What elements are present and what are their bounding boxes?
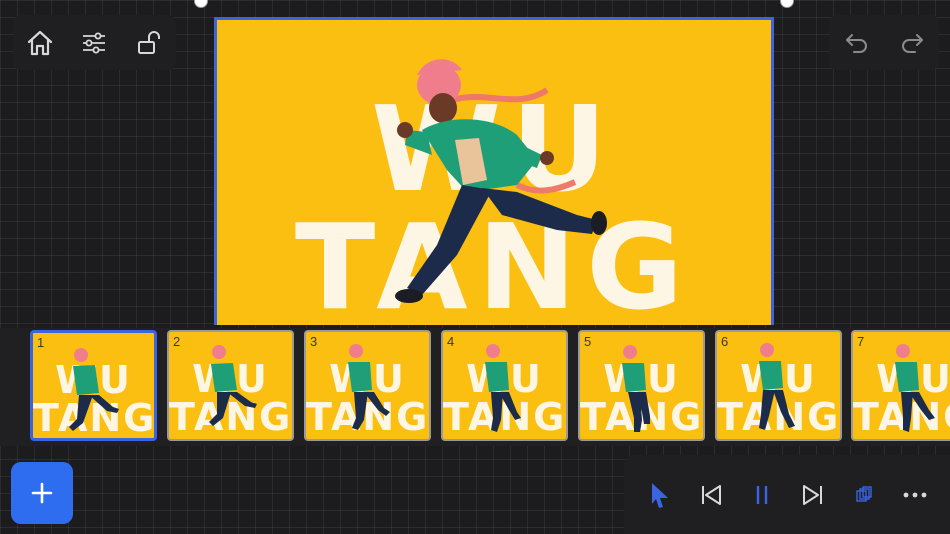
more-icon [903, 492, 926, 497]
settings-sliders-button[interactable] [74, 23, 114, 63]
home-button[interactable] [20, 23, 60, 63]
frame-character-thumbnail [348, 344, 390, 430]
top-left-toolbar [13, 15, 176, 70]
frame-character-thumbnail [69, 348, 119, 431]
plus-icon [31, 482, 53, 504]
frame-thumbnail[interactable]: 4 WU TANG [441, 330, 568, 441]
frame-thumbnail[interactable]: 7 WU TANG [851, 330, 950, 441]
redo-button[interactable] [892, 23, 932, 63]
artwork-canvas[interactable]: WU TANG [214, 17, 774, 325]
sliders-icon [83, 32, 106, 53]
redo-icon [901, 33, 923, 53]
previous-frame-button[interactable] [691, 475, 731, 515]
frame-thumbnail[interactable]: 2 WU TANG [167, 330, 294, 441]
frame-character-thumbnail [209, 345, 257, 426]
previous-frame-icon [701, 484, 721, 505]
undo-icon [845, 33, 867, 53]
frame-thumbnail[interactable]: 1 WU TANG [30, 330, 157, 441]
next-frame-button[interactable] [793, 475, 833, 515]
home-icon [28, 30, 53, 55]
pause-button[interactable] [742, 475, 782, 515]
canvas-handle-left[interactable] [194, 0, 208, 8]
frame-character-thumbnail [895, 344, 935, 432]
frame-thumbnail[interactable]: 6 WU TANG [715, 330, 842, 441]
onion-skin-button[interactable] [844, 475, 884, 515]
frame-character-thumbnail [622, 345, 650, 432]
frame-timeline: 1 WU TANG 2 WU TANG 3 WU TANG 4 WU TANG [0, 328, 950, 446]
frame-thumbnail[interactable]: 3 WU TANG [304, 330, 431, 441]
frame-character-thumbnail [759, 343, 795, 430]
more-options-button[interactable] [895, 475, 935, 515]
frame-character-thumbnail [485, 344, 521, 432]
select-arrow-icon [651, 482, 668, 508]
running-character-illustration [395, 59, 607, 303]
undo-button[interactable] [837, 23, 877, 63]
playback-toolbar [624, 455, 950, 534]
frame-thumbnail[interactable]: 5 WU TANG [578, 330, 705, 441]
top-right-toolbar [829, 15, 939, 70]
pause-icon [756, 485, 767, 504]
add-frame-button[interactable] [11, 462, 73, 524]
next-frame-icon [802, 484, 822, 505]
lock-toggle-button[interactable] [129, 23, 169, 63]
onion-skin-icon [855, 485, 872, 502]
unlock-icon [137, 30, 160, 54]
select-tool-button[interactable] [640, 475, 680, 515]
canvas-handle-right[interactable] [780, 0, 794, 8]
